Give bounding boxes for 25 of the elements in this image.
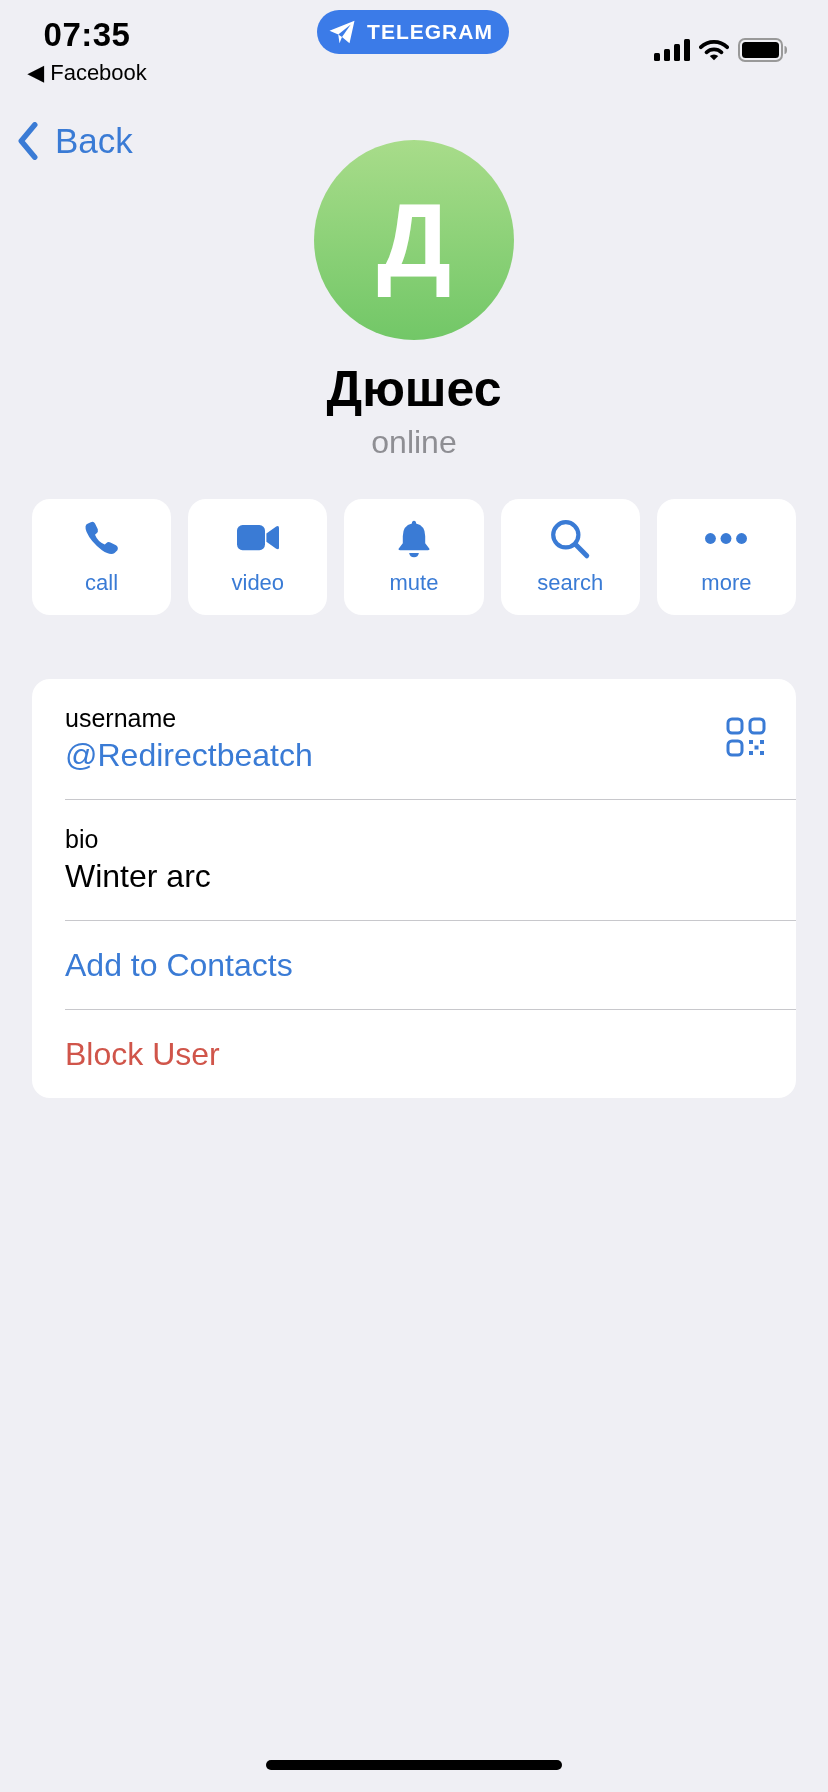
field-value: Winter arc: [65, 858, 211, 895]
app-pill[interactable]: TELEGRAM: [317, 10, 509, 54]
add-contact-button[interactable]: Add to Contacts: [65, 946, 293, 984]
online-status: online: [371, 424, 457, 461]
qr-code-icon[interactable]: [726, 717, 766, 757]
wifi-icon: [699, 38, 729, 62]
avatar: Д: [314, 140, 514, 340]
field-label: bio: [65, 825, 100, 854]
ellipsis-icon: [705, 533, 748, 544]
status-time: 07:35: [43, 16, 131, 54]
action-button[interactable]: video: [188, 499, 328, 615]
back-to-app-link[interactable]: ◀ Facebook: [27, 60, 147, 86]
action-button[interactable]: more: [656, 499, 796, 615]
action-button[interactable]: call: [32, 499, 172, 615]
field-label: username: [65, 704, 178, 733]
search-icon: [549, 518, 592, 560]
contact-name: Дюшес: [326, 360, 502, 418]
chevron-left-icon: [15, 122, 41, 160]
action-button[interactable]: search: [500, 499, 640, 615]
block-user-button[interactable]: Block User: [65, 1035, 220, 1073]
username-link[interactable]: @Redirectbeatch: [65, 737, 313, 774]
battery-icon: [738, 38, 788, 62]
action-button[interactable]: mute: [344, 499, 484, 615]
signal-icon: [654, 39, 690, 61]
back-button[interactable]: Back: [15, 121, 133, 161]
